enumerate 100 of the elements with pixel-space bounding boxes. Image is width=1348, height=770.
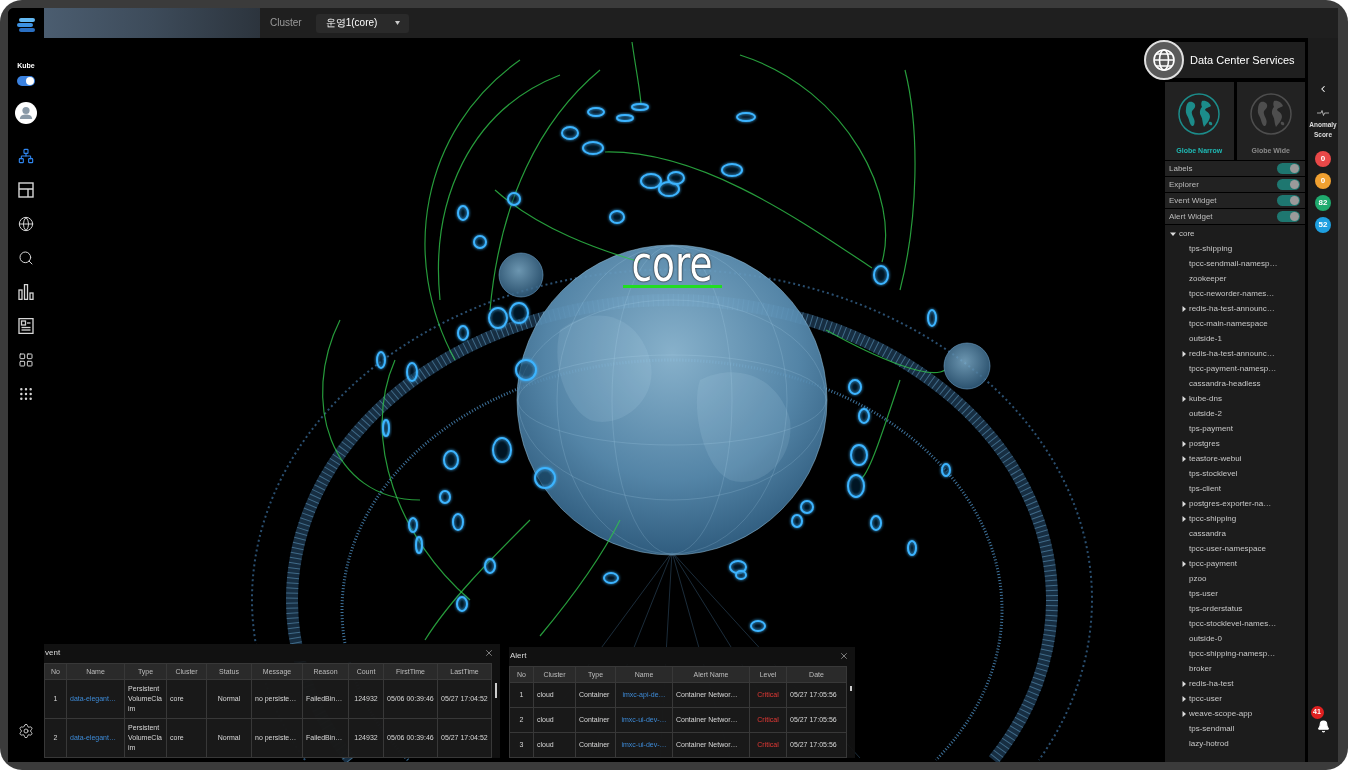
node-ring [456, 596, 468, 612]
node-ring [667, 171, 685, 185]
setting-label: Event Widget [1169, 195, 1217, 206]
node-ring [473, 235, 487, 249]
score-badge: 0 [1315, 173, 1331, 189]
score-badge: 0 [1315, 151, 1331, 167]
node-ring [382, 419, 390, 437]
tree-item[interactable]: lazy-hotrod [1189, 738, 1229, 749]
kube-toggle[interactable] [17, 76, 35, 86]
caret-icon[interactable] [1181, 680, 1187, 687]
tree-item[interactable]: postgres [1181, 438, 1220, 449]
node-ring [850, 444, 868, 466]
tree-item[interactable]: broker [1189, 663, 1212, 674]
globe-icon [1248, 92, 1293, 136]
logo-icon [17, 18, 35, 32]
tree-item[interactable]: tpcc-neworder-names… [1189, 288, 1275, 299]
caret-icon [394, 21, 400, 25]
tree-item[interactable]: redis-ha-test-announc… [1181, 303, 1275, 314]
tree-item[interactable]: tpcc-shipping-namesp… [1189, 648, 1276, 659]
node-ring [582, 141, 604, 155]
globe-icon [1144, 40, 1184, 80]
settings-icon [18, 723, 34, 739]
tree-item[interactable]: tpcc-main-namespace [1189, 318, 1268, 329]
collapse-button[interactable] [1318, 84, 1328, 94]
toggle-switch[interactable] [1277, 163, 1300, 174]
close-button[interactable] [839, 650, 849, 661]
tree-item[interactable]: postgres-exporter-na… [1181, 498, 1272, 509]
scrollbar-thumb[interactable] [850, 686, 852, 691]
caret-icon[interactable] [1181, 305, 1187, 312]
tree-item[interactable]: cassandra [1189, 528, 1226, 539]
caret-icon[interactable] [1181, 695, 1187, 702]
tree-item[interactable]: teastore-webui [1181, 453, 1242, 464]
tree-item[interactable]: tps-shipping [1189, 243, 1233, 254]
node-ring [800, 500, 814, 514]
toggle-switch[interactable] [1277, 211, 1300, 222]
tree-item[interactable]: outside-0 [1189, 633, 1222, 644]
tree-item[interactable]: tpcc-sendmail-namesp… [1189, 258, 1278, 269]
caret-icon[interactable] [1181, 395, 1187, 402]
node-ring [616, 114, 634, 122]
tree-item[interactable]: tpcc-payment [1181, 558, 1238, 569]
chevron-left-icon [1318, 84, 1328, 94]
tree-item[interactable]: weave-scope-app [1181, 708, 1253, 719]
caret-icon[interactable] [1181, 560, 1187, 567]
node-ring [492, 437, 512, 463]
node-ring [870, 515, 882, 531]
score-badge: 52 [1315, 217, 1331, 233]
node-ring [603, 572, 619, 584]
settings-button[interactable] [18, 723, 34, 739]
tree-item[interactable]: tps-orderstatus [1189, 603, 1243, 614]
tree-item[interactable]: tps-client [1189, 483, 1221, 494]
tree-item[interactable]: redis-ha-test-announc… [1181, 348, 1275, 359]
tree-item[interactable]: kube-dns [1181, 393, 1222, 404]
tree-item[interactable]: tps-sendmail [1189, 723, 1235, 734]
tree-item[interactable]: tps-payment [1189, 423, 1234, 434]
close-button[interactable] [484, 647, 494, 658]
caret-icon[interactable] [1181, 440, 1187, 447]
tree-item[interactable]: tps-user [1189, 588, 1218, 599]
tree-item[interactable]: tpcc-shipping [1181, 513, 1237, 524]
caret-icon[interactable] [1181, 455, 1187, 462]
close-icon [839, 650, 849, 661]
caret-icon[interactable] [1170, 230, 1176, 237]
node-ring [848, 379, 862, 395]
toggle-switch[interactable] [1277, 195, 1300, 206]
toggle-switch[interactable] [1277, 179, 1300, 190]
node-ring [750, 620, 766, 632]
close-icon [484, 647, 494, 658]
node-ring [509, 302, 529, 324]
avatar-icon[interactable] [15, 102, 37, 124]
scrollbar-thumb[interactable] [495, 683, 497, 698]
node-ring [443, 450, 459, 470]
caret-icon[interactable] [1181, 350, 1187, 357]
node-ring [415, 536, 423, 554]
tree-item[interactable]: pzoo [1189, 573, 1207, 584]
tree-item[interactable]: cassandra-headless [1189, 378, 1261, 389]
node-ring [488, 307, 508, 329]
panel-title: Data Center Services [1190, 53, 1295, 67]
cluster-select[interactable]: 운영1(core) [315, 13, 409, 33]
tree-item[interactable]: tpcc-payment-namesp… [1189, 363, 1277, 374]
node-ring [561, 126, 579, 140]
tree-item[interactable]: tpcc-stocklevel-names… [1189, 618, 1277, 629]
pulse-icon [1317, 110, 1329, 116]
satellite-globe [943, 342, 991, 390]
tree-item[interactable]: zookeeper [1189, 273, 1227, 284]
tree-item[interactable]: redis-ha-test [1181, 678, 1234, 689]
tree-item[interactable]: tpcc-user-namespace [1189, 543, 1266, 554]
node-ring [587, 107, 605, 117]
panel-title: vent [45, 647, 61, 658]
tree-item[interactable]: tps-stocklevel [1189, 468, 1238, 479]
node-ring [408, 517, 418, 533]
node-ring [457, 325, 469, 341]
node-ring [515, 359, 537, 381]
caret-icon[interactable] [1181, 710, 1187, 717]
tree-item[interactable]: core [1170, 228, 1195, 239]
tree-item[interactable]: outside-1 [1189, 333, 1222, 344]
tree-item[interactable]: tpcc-user [1181, 693, 1222, 704]
node-ring [406, 362, 418, 382]
node-ring [791, 514, 803, 528]
tree-item[interactable]: outside-2 [1189, 408, 1222, 419]
caret-icon[interactable] [1181, 515, 1187, 522]
caret-icon[interactable] [1181, 500, 1187, 507]
